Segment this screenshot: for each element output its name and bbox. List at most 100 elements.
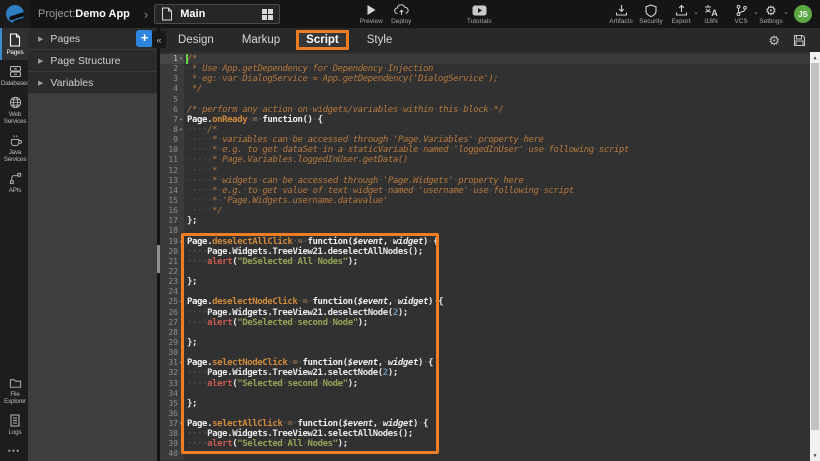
export-button[interactable]: Export ⌄ <box>666 0 696 28</box>
java-services-coffee-icon <box>9 134 22 147</box>
line-number: 6 <box>160 105 184 115</box>
code-line: 19▾Page.deselectAllClick·=·function($eve… <box>160 237 810 247</box>
databases-icon <box>9 65 22 78</box>
sidebar-item-databases[interactable]: Databases <box>0 60 28 91</box>
code-line: 14·····*·e.g.·to·get·value·of·text·widge… <box>160 186 810 196</box>
line-number: 7▾ <box>160 115 184 125</box>
caret-right-icon: ▶ <box>38 57 43 65</box>
tab-style[interactable]: Style <box>357 31 403 49</box>
tab-markup[interactable]: Markup <box>232 31 290 49</box>
i18n-button[interactable]: A i18N <box>696 0 726 28</box>
line-number: 11 <box>160 155 184 165</box>
collapse-panel-button[interactable]: « <box>152 31 166 48</box>
code-line: 8▾····/* <box>160 125 810 135</box>
line-number: 27 <box>160 318 184 328</box>
preview-button[interactable]: Preview <box>356 0 386 28</box>
tab-script[interactable]: Script <box>296 30 349 50</box>
tab-bar: Design Markup Script Style ⚙ <box>160 28 820 52</box>
code-line: 22 <box>160 267 810 277</box>
sidebar-item-java-services[interactable]: Java Services <box>0 129 28 167</box>
panel-row-page-structure[interactable]: ▶ Page Structure <box>28 50 157 72</box>
grid-view-icon[interactable] <box>262 9 273 20</box>
panel-row-pages[interactable]: ▶ Pages + <box>28 28 157 50</box>
export-upload-icon <box>675 3 688 17</box>
line-number: 22 <box>160 267 184 277</box>
code-line: 23}; <box>160 277 810 287</box>
line-number: 30 <box>160 348 184 358</box>
pages-panel: ▶ Pages + ▶ Page Structure ▶ Variables <box>28 28 157 461</box>
chevron-right-icon: › <box>144 7 148 22</box>
code-line: 35}; <box>160 399 810 409</box>
scroll-up-arrow[interactable]: ▲ <box>810 52 820 63</box>
code-line: 25▾Page.deselectNodeClick·=·function($ev… <box>160 297 810 307</box>
sidebar-item-apis[interactable]: APIs <box>0 167 28 198</box>
add-page-button[interactable]: + <box>136 30 153 47</box>
line-number: 33 <box>160 379 184 389</box>
more-menu-button[interactable]: ••• <box>0 440 28 461</box>
scroll-down-arrow[interactable]: ▼ <box>810 450 820 461</box>
settings-gear-icon: ⚙ <box>765 3 777 17</box>
user-avatar[interactable]: JS <box>794 5 812 23</box>
splitter-drag-handle[interactable] <box>157 245 160 273</box>
line-number: 24 <box>160 287 184 297</box>
line-number: 35 <box>160 399 184 409</box>
line-number: 36 <box>160 409 184 419</box>
line-number: 26 <box>160 308 184 318</box>
preview-icon <box>365 3 377 17</box>
code-line: 40 <box>160 449 810 459</box>
sidebar-item-web-services[interactable]: Web Services <box>0 91 28 129</box>
line-number: 28 <box>160 328 184 338</box>
line-number: 20 <box>160 247 184 257</box>
top-bar-right-actions: Artifacts Security Export ⌄ A i18N <box>606 0 820 28</box>
text-cursor <box>186 54 188 64</box>
caret-right-icon: ▶ <box>38 35 43 43</box>
line-number: 3 <box>160 74 184 84</box>
wavemaker-logo[interactable] <box>0 0 30 28</box>
editor-settings-gear-icon[interactable]: ⚙ <box>768 34 780 47</box>
settings-button[interactable]: ⚙ Settings ⌄ <box>756 0 786 28</box>
scrollbar-thumb[interactable] <box>811 63 819 430</box>
code-line: 15·····*·'Page.Widgets.username.datavalu… <box>160 196 810 206</box>
line-number: 39 <box>160 439 184 449</box>
code-line: 37▾Page.selectAllClick·=·function($event… <box>160 419 810 429</box>
code-lines: 1▾/*2·*·Use·App.getDependency·for·Depend… <box>160 54 810 460</box>
page-selector-dropdown[interactable]: Main <box>154 4 280 24</box>
security-button[interactable]: Security <box>636 0 666 28</box>
line-number: 40 <box>160 449 184 459</box>
code-line: 9·····*·variables·can·be·accessed·throug… <box>160 135 810 145</box>
line-number: 1▾ <box>160 54 184 64</box>
tutorials-video-icon <box>472 3 487 17</box>
tab-bar-actions: ⚙ <box>768 34 806 47</box>
line-number: 21 <box>160 257 184 267</box>
save-icon[interactable] <box>793 34 806 47</box>
code-line: 20····Page.Widgets.TreeView21.deselectAl… <box>160 247 810 257</box>
artifacts-button[interactable]: Artifacts <box>606 0 636 28</box>
line-number: 13 <box>160 176 184 186</box>
code-line: 17}; <box>160 216 810 226</box>
deploy-button[interactable]: Deploy <box>386 0 416 28</box>
code-line: 7▾Page.onReady·=·function()·{ <box>160 115 810 125</box>
caret-right-icon: ▶ <box>38 79 43 87</box>
sidebar-item-file-explorer[interactable]: File Explorer <box>0 372 28 409</box>
tutorials-button[interactable]: Tutorials <box>464 0 494 28</box>
editor-scrollbar[interactable]: ▲ ▼ <box>810 52 820 461</box>
sidebar-item-pages[interactable]: Pages <box>0 28 28 60</box>
code-line: 26····Page.Widgets.TreeView21.deselectNo… <box>160 308 810 318</box>
code-editor[interactable]: 1▾/*2·*·Use·App.getDependency·for·Depend… <box>160 52 820 461</box>
line-number: 10 <box>160 145 184 155</box>
code-line: 32····Page.Widgets.TreeView21.selectNode… <box>160 368 810 378</box>
tab-design[interactable]: Design <box>168 31 224 49</box>
i18n-translate-icon: A <box>704 3 718 17</box>
code-line: 3·*·eg:·var·DialogService·=·App.getDepen… <box>160 74 810 84</box>
code-line: 27····alert("DeSelected·second·Node"); <box>160 318 810 328</box>
panel-row-variables[interactable]: ▶ Variables <box>28 72 157 94</box>
code-line: 2·*·Use·App.getDependency·for·Dependency… <box>160 64 810 74</box>
artifacts-download-icon <box>615 3 628 17</box>
sidebar-item-logs[interactable]: Logs <box>0 409 28 440</box>
line-number: 29 <box>160 338 184 348</box>
vcs-button[interactable]: VCS ⌄ <box>726 0 756 28</box>
pages-icon <box>9 33 21 47</box>
line-number: 2 <box>160 64 184 74</box>
code-line: 18 <box>160 226 810 236</box>
line-number: 17 <box>160 216 184 226</box>
